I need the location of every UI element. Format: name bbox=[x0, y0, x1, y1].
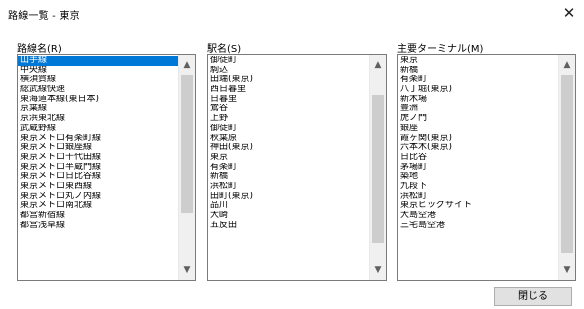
list-item[interactable]: 東京メトロ日比谷線 bbox=[18, 172, 178, 182]
route-list-scroll-thumb[interactable] bbox=[181, 75, 193, 213]
list-item[interactable]: 東京 bbox=[208, 153, 369, 163]
list-item[interactable]: 鶯谷 bbox=[208, 104, 369, 114]
scroll-up-icon[interactable]: ▲ bbox=[370, 57, 386, 73]
scroll-up-icon[interactable]: ▲ bbox=[179, 57, 195, 73]
list-item[interactable]: 虎ノ門 bbox=[398, 114, 558, 124]
route-list-label: 路線名(R) bbox=[17, 44, 62, 55]
list-item[interactable]: 新橋 bbox=[398, 66, 558, 76]
list-item[interactable]: 神田(東京) bbox=[208, 143, 369, 153]
list-item[interactable]: 浜松町 bbox=[208, 182, 369, 192]
list-item[interactable]: 武蔵野線 bbox=[18, 124, 178, 134]
list-item[interactable]: 大崎 bbox=[208, 211, 369, 221]
list-item[interactable]: 豊洲 bbox=[398, 104, 558, 114]
list-item[interactable]: 東京メトロ銀座線 bbox=[18, 143, 178, 153]
list-item[interactable]: 都営新宿線 bbox=[18, 211, 178, 221]
list-item[interactable]: 田端(東京) bbox=[208, 75, 369, 85]
list-item[interactable]: 東京ビッグサイト bbox=[398, 201, 558, 211]
list-item[interactable]: 日暮里 bbox=[208, 95, 369, 105]
close-icon[interactable]: ✕ bbox=[556, 1, 582, 25]
list-item[interactable]: 横須賀線 bbox=[18, 75, 178, 85]
list-item[interactable]: 京浜東北線 bbox=[18, 114, 178, 124]
terminal-list-scroll-thumb[interactable] bbox=[561, 75, 573, 253]
list-item[interactable]: 東京メトロ有楽町線 bbox=[18, 134, 178, 144]
list-item[interactable]: 銀座 bbox=[398, 124, 558, 134]
list-item[interactable]: 御徒町 bbox=[208, 56, 369, 66]
list-item[interactable]: 霞ヶ関(東京) bbox=[398, 134, 558, 144]
terminal-list-items: 東京 新橋 有楽町 八丁堀(東京) 新木場 豊洲 虎ノ門 銀座 霞ヶ関(東京) 六本木(東京) 日比… bbox=[398, 56, 558, 280]
list-item[interactable]: 駒込 bbox=[208, 66, 369, 76]
scroll-down-icon[interactable]: ▼ bbox=[559, 262, 575, 278]
list-item[interactable]: 大島空港 bbox=[398, 211, 558, 221]
list-item[interactable]: 秋葉原 bbox=[208, 134, 369, 144]
list-item[interactable]: 有楽町 bbox=[398, 75, 558, 85]
list-item[interactable]: 中央線 bbox=[18, 66, 178, 76]
list-item[interactable]: 西日暮里 bbox=[208, 85, 369, 95]
close-button[interactable]: 閉じる bbox=[494, 287, 572, 306]
list-item[interactable]: 山手線 bbox=[18, 56, 178, 66]
list-item[interactable]: 東京メトロ半蔵門線 bbox=[18, 163, 178, 173]
list-item[interactable]: 築地 bbox=[398, 172, 558, 182]
list-item[interactable]: 東京メトロ千代田線 bbox=[18, 153, 178, 163]
list-item[interactable]: 東京 bbox=[398, 56, 558, 66]
title-bar: 路線一覧 - 東京 ✕ bbox=[0, 0, 584, 26]
list-item[interactable]: 有楽町 bbox=[208, 163, 369, 173]
station-list-scrollbar[interactable]: ▲ ▼ bbox=[369, 55, 386, 280]
route-list-items: 山手線 中央線 横須賀線 総武線快速 東海道本線(東日本) 京葉線 京浜東北線 武蔵野線 東京メ… bbox=[18, 56, 178, 280]
scroll-down-icon[interactable]: ▼ bbox=[370, 262, 386, 278]
list-item[interactable]: 総武線快速 bbox=[18, 85, 178, 95]
list-item[interactable]: 都営浅草線 bbox=[18, 221, 178, 231]
station-list-scroll-thumb[interactable] bbox=[372, 95, 384, 243]
terminal-list-label: 主要ターミナル(M) bbox=[397, 44, 484, 55]
list-item[interactable]: 浜松町 bbox=[398, 192, 558, 202]
list-item[interactable]: 八丁堀(東京) bbox=[398, 85, 558, 95]
list-item[interactable]: 東京メトロ丸ノ内線 bbox=[18, 192, 178, 202]
list-item[interactable]: 日比谷 bbox=[398, 153, 558, 163]
scroll-down-icon[interactable]: ▼ bbox=[179, 262, 195, 278]
list-item[interactable]: 新木場 bbox=[398, 95, 558, 105]
terminal-listbox[interactable]: 東京 新橋 有楽町 八丁堀(東京) 新木場 豊洲 虎ノ門 銀座 霞ヶ関(東京) 六本木(東京) 日比… bbox=[397, 54, 576, 281]
list-item[interactable]: 五反田 bbox=[208, 221, 369, 231]
terminal-list-scrollbar[interactable]: ▲ ▼ bbox=[558, 55, 575, 280]
list-item[interactable]: 御徒町 bbox=[208, 124, 369, 134]
list-item[interactable]: 京葉線 bbox=[18, 104, 178, 114]
station-listbox[interactable]: 御徒町 駒込 田端(東京) 西日暮里 日暮里 鶯谷 上野 御徒町 秋葉原 神田(東京) 東京 有楽町新… bbox=[207, 54, 387, 281]
list-item[interactable]: 東京メトロ東西線 bbox=[18, 182, 178, 192]
list-item[interactable]: 新橋 bbox=[208, 172, 369, 182]
list-item[interactable]: 茅場町 bbox=[398, 163, 558, 173]
route-listbox[interactable]: 山手線 中央線 横須賀線 総武線快速 東海道本線(東日本) 京葉線 京浜東北線 武蔵野線 東京メ… bbox=[17, 54, 196, 281]
route-list-scrollbar[interactable]: ▲ ▼ bbox=[178, 55, 195, 280]
list-item[interactable]: 六本木(東京) bbox=[398, 143, 558, 153]
station-list-items: 御徒町 駒込 田端(東京) 西日暮里 日暮里 鶯谷 上野 御徒町 秋葉原 神田(東京) 東京 有楽町新… bbox=[208, 56, 369, 280]
list-item[interactable]: 九段下 bbox=[398, 182, 558, 192]
list-item[interactable]: 田町(東京) bbox=[208, 192, 369, 202]
station-list-label: 駅名(S) bbox=[207, 44, 242, 55]
scroll-up-icon[interactable]: ▲ bbox=[559, 57, 575, 73]
list-item[interactable]: 東京メトロ南北線 bbox=[18, 201, 178, 211]
list-item[interactable]: 上野 bbox=[208, 114, 369, 124]
list-item[interactable]: 三宅島空港 bbox=[398, 221, 558, 231]
window-title: 路線一覧 - 東京 bbox=[8, 11, 80, 22]
list-item[interactable]: 東海道本線(東日本) bbox=[18, 95, 178, 105]
list-item[interactable]: 品川 bbox=[208, 201, 369, 211]
